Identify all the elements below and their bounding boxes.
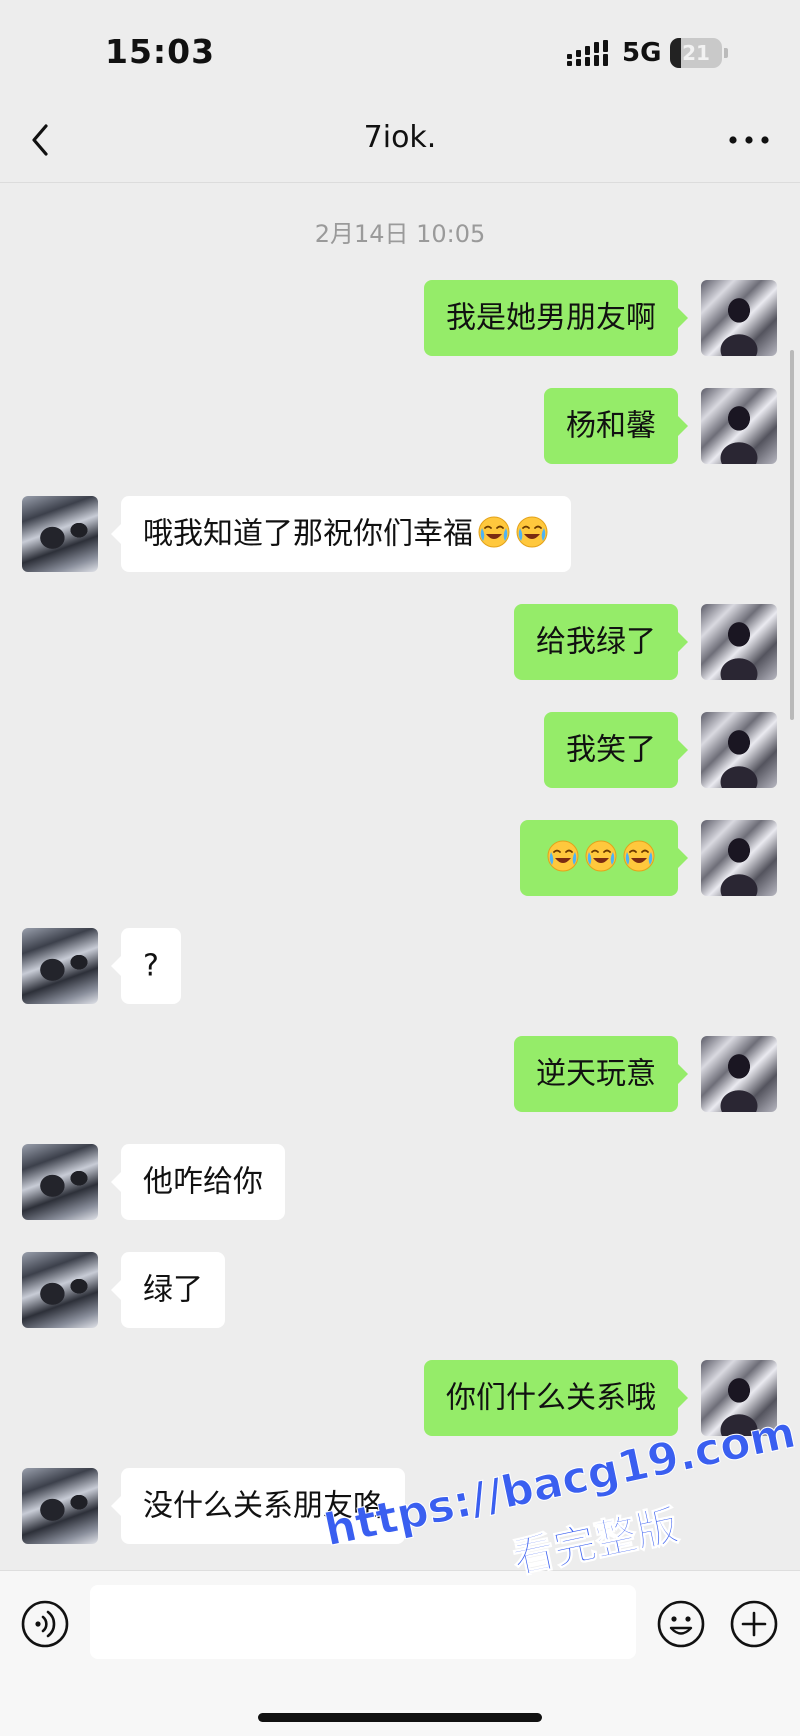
message-text: 你们什么关系哦	[446, 1380, 656, 1416]
laughing-crying-emoji	[623, 840, 655, 871]
received-message-row: 没什么关系朋友咯	[0, 1468, 800, 1544]
status-time: 15:03	[105, 32, 216, 71]
laughing-crying-emoji	[478, 516, 510, 547]
sent-message-row: 逆天玩意	[0, 1036, 800, 1112]
received-message-bubble[interactable]: 没什么关系朋友咯	[111, 1468, 405, 1544]
sent-message-bubble[interactable]: 给我绿了	[514, 604, 688, 680]
received-message-row: 哦我知道了那祝你们幸福	[0, 496, 800, 572]
my-avatar[interactable]	[701, 712, 777, 788]
message-text: 逆天玩意	[536, 1056, 656, 1092]
home-indicator[interactable]	[258, 1713, 542, 1722]
my-avatar[interactable]	[701, 820, 777, 896]
my-avatar[interactable]	[701, 1036, 777, 1112]
more-options-icon[interactable]	[726, 125, 772, 155]
input-bar	[0, 1570, 800, 1736]
battery-icon: 21	[670, 38, 730, 68]
my-avatar[interactable]	[701, 388, 777, 464]
sent-message-bubble[interactable]: 我笑了	[544, 712, 688, 788]
received-message-row: 他咋给你	[0, 1144, 800, 1220]
sent-message-bubble[interactable]: 我是她男朋友啊	[424, 280, 688, 356]
status-bar: 15:03 5G 21	[0, 0, 800, 100]
contact-avatar[interactable]	[22, 1252, 98, 1328]
received-message-row: ?	[0, 928, 800, 1004]
sent-message-bubble[interactable]	[520, 820, 688, 896]
message-text: 没什么关系朋友咯	[143, 1488, 383, 1524]
sent-message-bubble[interactable]: 杨和馨	[544, 388, 688, 464]
message-text: 杨和馨	[566, 408, 656, 444]
sent-message-row: 杨和馨	[0, 388, 800, 464]
signal-icon	[567, 40, 608, 66]
my-avatar[interactable]	[701, 604, 777, 680]
contact-avatar[interactable]	[22, 928, 98, 1004]
emoji-face-icon[interactable]	[656, 1599, 706, 1649]
sent-message-bubble[interactable]: 你们什么关系哦	[424, 1360, 688, 1436]
laughing-crying-emoji	[547, 840, 579, 871]
laughing-crying-emoji	[585, 840, 617, 871]
message-text: 哦我知道了那祝你们幸福	[143, 516, 473, 552]
sent-message-row	[0, 820, 800, 896]
battery-level-label: 21	[682, 41, 710, 65]
contact-avatar[interactable]	[22, 496, 98, 572]
message-text: 绿了	[143, 1272, 203, 1308]
message-text: 给我绿了	[536, 624, 656, 660]
my-avatar[interactable]	[701, 1360, 777, 1436]
message-text: 我是她男朋友啊	[446, 300, 656, 336]
sent-message-bubble[interactable]: 逆天玩意	[514, 1036, 688, 1112]
contact-avatar[interactable]	[22, 1468, 98, 1544]
plus-circle-icon[interactable]	[729, 1599, 779, 1649]
message-input[interactable]	[90, 1585, 636, 1659]
laughing-crying-emoji	[516, 516, 548, 547]
received-message-bubble[interactable]: 他咋给你	[111, 1144, 285, 1220]
sent-message-row: 你们什么关系哦	[0, 1360, 800, 1436]
message-text: 他咋给你	[143, 1164, 263, 1200]
chat-title: 7iok.	[363, 120, 437, 155]
received-message-bubble[interactable]: 哦我知道了那祝你们幸福	[111, 496, 571, 572]
network-type-label: 5G	[622, 38, 662, 68]
scrollbar-thumb[interactable]	[790, 350, 794, 720]
voice-icon[interactable]	[20, 1599, 70, 1649]
sent-message-row: 我是她男朋友啊	[0, 280, 800, 356]
message-timestamp: 2月14日 10:05	[314, 220, 486, 248]
my-avatar[interactable]	[701, 280, 777, 356]
sent-message-row: 给我绿了	[0, 604, 800, 680]
chat-header: 7iok.	[0, 100, 800, 183]
chat-screen: 15:03 5G 21 7iok. 2月14日 10:05 我是她男朋友啊 杨和…	[0, 0, 800, 1736]
received-message-bubble[interactable]: 绿了	[111, 1252, 225, 1328]
received-message-bubble[interactable]: ?	[111, 928, 181, 1004]
contact-avatar[interactable]	[22, 1144, 98, 1220]
sent-message-row: 我笑了	[0, 712, 800, 788]
message-text: ?	[143, 948, 159, 984]
message-text: 我笑了	[566, 732, 656, 768]
received-message-row: 绿了	[0, 1252, 800, 1328]
